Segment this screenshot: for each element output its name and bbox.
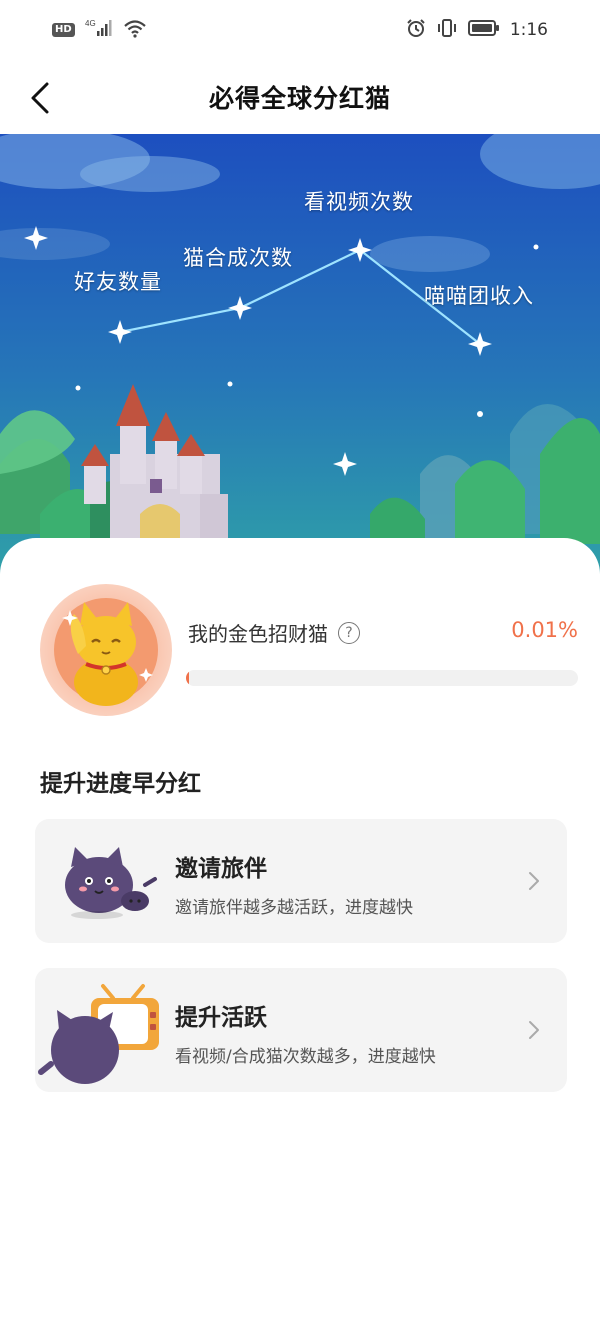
page-title: 必得全球分红猫 [208, 84, 391, 113]
task-desc-active: 看视频/合成猫次数越多，进度越快 [175, 1047, 436, 1067]
back-button[interactable] [20, 78, 60, 118]
task-title-active: 提升活跃 [175, 1005, 267, 1031]
cat-avatar [40, 584, 172, 716]
progress-bar [186, 670, 578, 686]
signal-icon: 4G [85, 18, 113, 43]
network-type: 4G [85, 19, 96, 28]
task-title-invite: 邀请旅伴 [175, 856, 267, 882]
cat-percent: 0.01% [511, 618, 578, 642]
hd-badge: HD [52, 23, 75, 37]
purple-cat-icon [65, 847, 157, 919]
vibrate-icon [436, 18, 458, 43]
hero-label-merge: 猫合成次数 [183, 246, 293, 270]
wifi-icon [123, 18, 147, 43]
task-card-active[interactable]: 提升活跃 看视频/合成猫次数越多，进度越快 [35, 968, 567, 1092]
battery-icon [467, 19, 500, 42]
task-desc-invite: 邀请旅伴越多越活跃，进度越快 [175, 898, 413, 918]
chevron-right-icon [529, 1021, 539, 1039]
chevron-left-icon [31, 82, 49, 114]
hero-banner: 好友数量 猫合成次数 看视频次数 喵喵团收入 [0, 134, 600, 574]
chevron-right-icon [529, 872, 539, 890]
hero-label-video: 看视频次数 [304, 190, 414, 214]
title-bar: 必得全球分红猫 [0, 60, 600, 134]
hero-label-income: 喵喵团收入 [424, 284, 534, 308]
hero-illustration [0, 134, 600, 574]
content-sheet: 我的金色招财猫 ? 0.01% 提升进度早分红 邀请旅伴 邀请旅伴越多越活跃，进… [0, 538, 600, 1337]
task-card-invite[interactable]: 邀请旅伴 邀请旅伴越多越活跃，进度越快 [35, 819, 567, 943]
tv-cat-icon [38, 984, 159, 1084]
alarm-icon [406, 18, 426, 43]
section-title: 提升进度早分红 [40, 771, 201, 797]
golden-cat-icon [62, 602, 153, 706]
status-bar: HD 4G 1:16 [0, 0, 600, 60]
cat-label: 我的金色招财猫 ? [188, 618, 360, 647]
status-right: 1:16 [406, 18, 548, 43]
status-time: 1:16 [509, 20, 548, 40]
help-icon[interactable]: ? [338, 621, 360, 644]
cat-progress-panel: 我的金色招财猫 ? 0.01% [40, 584, 580, 718]
progress-fill [186, 670, 189, 686]
cat-label-text: 我的金色招财猫 [188, 622, 328, 646]
hero-label-friends: 好友数量 [74, 270, 162, 294]
status-left: HD 4G [52, 18, 147, 43]
